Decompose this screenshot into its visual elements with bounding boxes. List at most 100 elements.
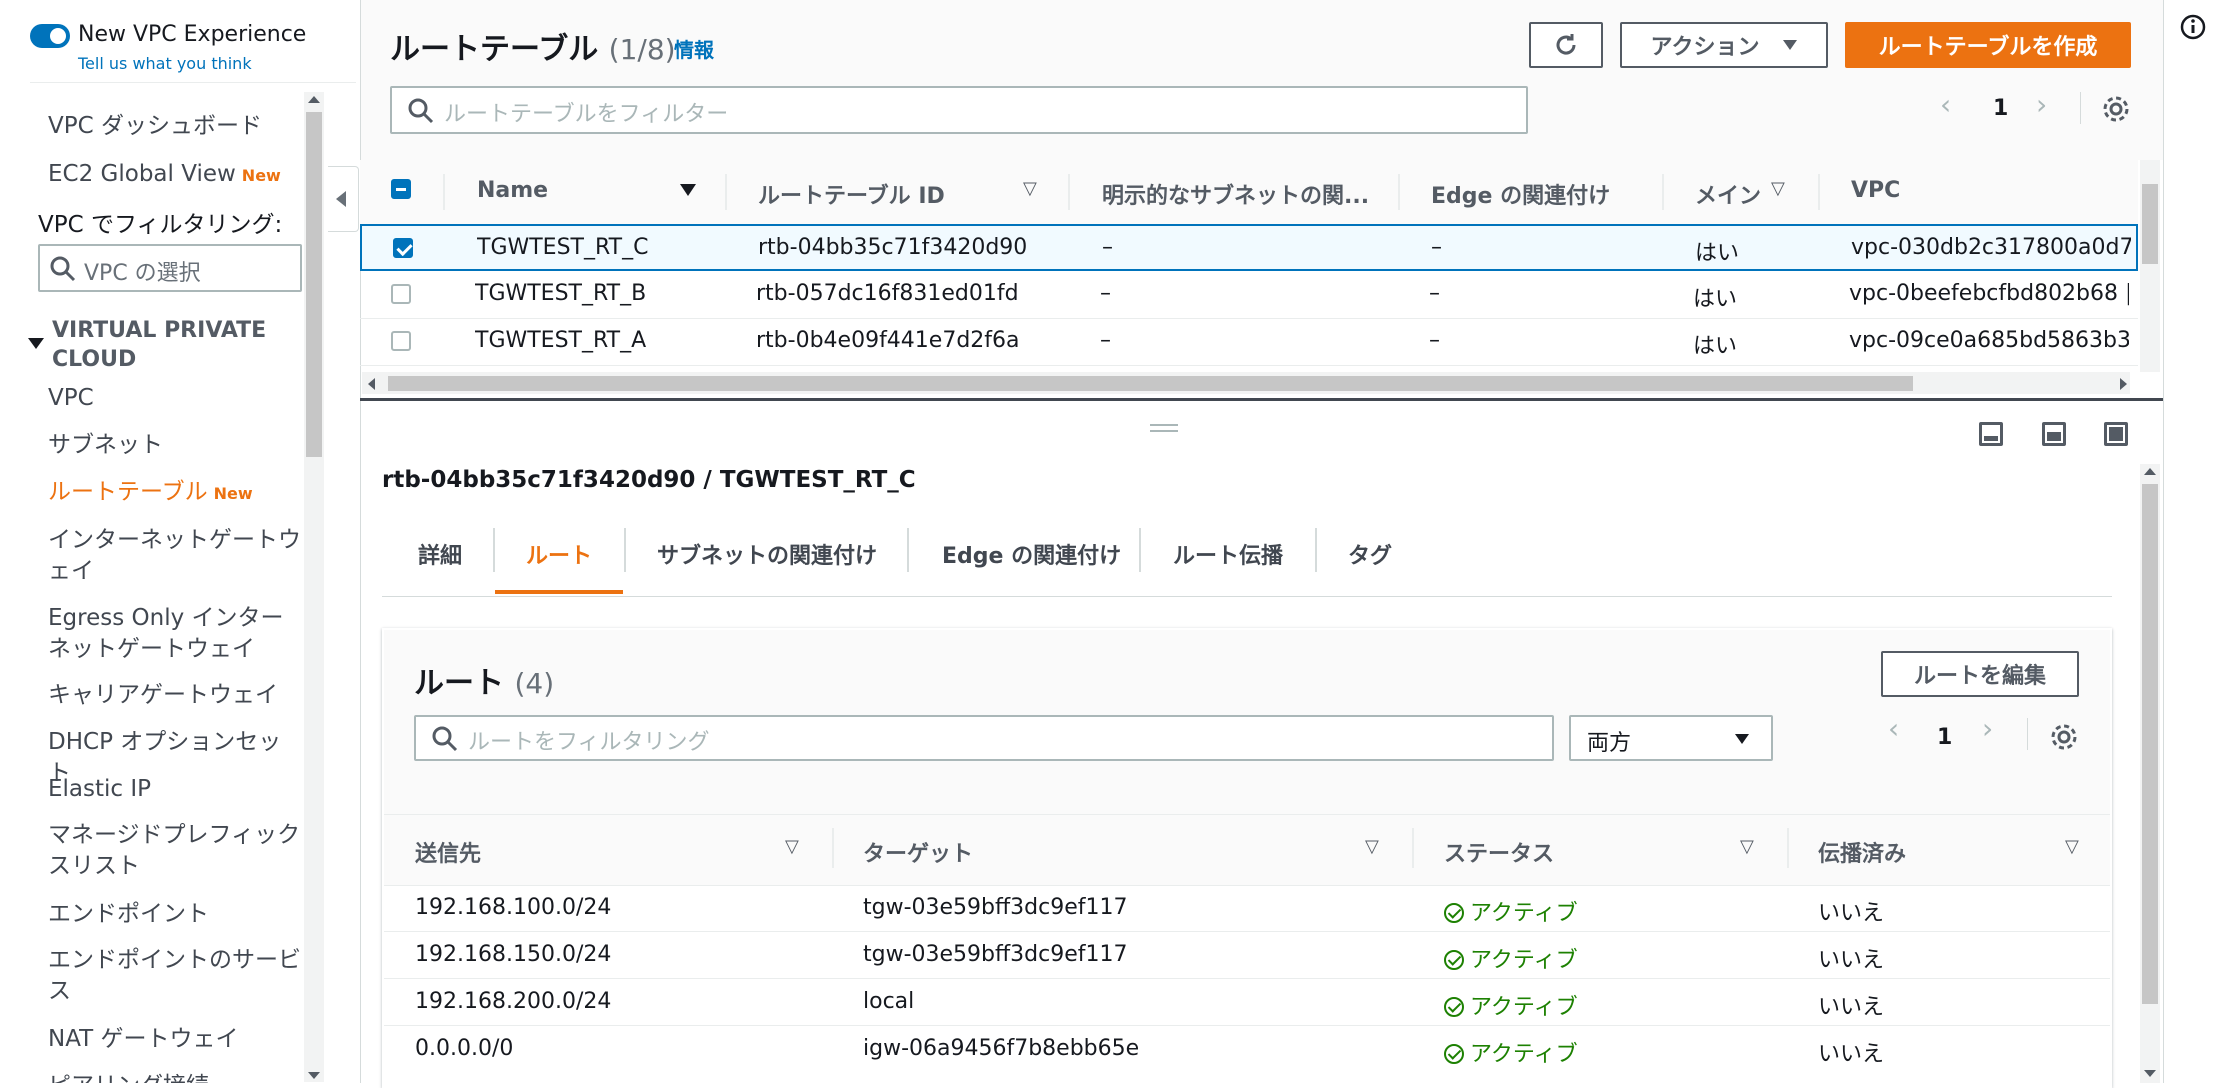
- column-header-route-table-id[interactable]: ルートテーブル ID: [758, 178, 945, 210]
- sidebar-item-endpoints[interactable]: エンドポイント: [48, 899, 303, 930]
- sidebar-item-managed-prefix-lists[interactable]: マネージドプレフィックスリスト: [48, 820, 303, 882]
- column-divider: [1068, 174, 1070, 210]
- actions-dropdown[interactable]: アクション: [1620, 22, 1828, 68]
- column-header-name[interactable]: Name: [477, 178, 548, 203]
- edit-routes-button[interactable]: ルートを編集: [1881, 651, 2079, 697]
- column-header-destination[interactable]: 送信先: [415, 836, 481, 868]
- sidebar-item-route-tables[interactable]: ルートテーブル New: [48, 477, 303, 509]
- column-header-target[interactable]: ターゲット: [863, 836, 973, 868]
- prev-page-icon[interactable]: ‹: [1940, 88, 1951, 121]
- feedback-link[interactable]: Tell us what you think: [78, 54, 252, 73]
- sidebar-item-carrier-gateways[interactable]: キャリアゲートウェイ: [48, 680, 303, 711]
- table-row[interactable]: TGWTEST_RT_A rtb-0b4e09f441e7d2f6a – – は…: [360, 319, 2138, 366]
- select-all-checkbox[interactable]: [391, 179, 411, 199]
- row-checkbox[interactable]: [393, 238, 413, 258]
- section-title[interactable]: VIRTUAL PRIVATE CLOUD: [52, 316, 292, 374]
- row-checkbox[interactable]: [391, 331, 411, 351]
- sort-desc-icon[interactable]: [680, 184, 696, 196]
- column-header-status[interactable]: ステータス: [1444, 836, 1554, 868]
- tab-tags[interactable]: タグ: [1348, 538, 1392, 570]
- prev-page-icon[interactable]: ‹: [1888, 712, 1899, 745]
- sort-icon[interactable]: ▽: [1365, 836, 1379, 857]
- vpc-link[interactable]: vpc-030db2c317800a0d7 | T: [1851, 235, 2131, 260]
- next-page-icon[interactable]: ›: [2036, 88, 2047, 121]
- tab-edge-associations[interactable]: Edge の関連付け: [942, 538, 1121, 570]
- sidebar-item-nat-gateways[interactable]: NAT ゲートウェイ: [48, 1024, 303, 1055]
- next-page-icon[interactable]: ›: [1982, 712, 1993, 745]
- sort-icon[interactable]: ▽: [1771, 178, 1785, 199]
- internet-gateway-link[interactable]: igw-06a9456f7b8ebb65e: [863, 1036, 1139, 1061]
- caret-down-icon[interactable]: [28, 338, 44, 349]
- sidebar-collapse-button[interactable]: [328, 166, 359, 232]
- active-tab-indicator: [495, 590, 623, 594]
- row-checkbox[interactable]: [391, 284, 411, 304]
- split-full-view-icon[interactable]: [2104, 422, 2128, 446]
- tab-subnet-associations[interactable]: サブネットの関連付け: [657, 538, 877, 570]
- sort-icon[interactable]: ▽: [785, 836, 799, 857]
- scroll-left-icon[interactable]: [368, 378, 375, 390]
- table-row: 0.0.0.0/0 igw-06a9456f7b8ebb65e アクティブ いい…: [415, 1036, 1885, 1067]
- table-row[interactable]: TGWTEST_RT_C rtb-04bb35c71f3420d90 – – は…: [360, 224, 2138, 271]
- info-icon[interactable]: [2180, 14, 2206, 40]
- routes-filter-input[interactable]: ルートをフィルタリング: [414, 715, 1554, 761]
- vpc-link[interactable]: vpc-09ce0a685bd5863b3 | T: [1849, 328, 2129, 353]
- column-header-vpc[interactable]: VPC: [1851, 178, 1900, 203]
- refresh-button[interactable]: [1529, 22, 1603, 68]
- create-route-table-button[interactable]: ルートテーブルを作成: [1845, 22, 2131, 68]
- sidebar-item-vpc-dashboard[interactable]: VPC ダッシュボード: [48, 111, 303, 142]
- split-bottom-view-icon[interactable]: [1979, 422, 2003, 446]
- sidebar-item-internet-gateways[interactable]: インターネットゲートウェイ: [48, 525, 303, 587]
- sidebar-item-ec2-global-view[interactable]: EC2 Global View New: [48, 159, 303, 191]
- vpc-select-input[interactable]: VPC の選択: [38, 244, 302, 292]
- route-table-id-link[interactable]: rtb-0b4e09f441e7d2f6a: [756, 328, 1020, 353]
- scroll-down-icon[interactable]: [308, 1072, 320, 1079]
- check-circle-icon: [1444, 950, 1464, 970]
- info-link[interactable]: 情報: [674, 34, 714, 63]
- table-row: 192.168.150.0/24 tgw-03e59bff3dc9ef117 ア…: [384, 932, 2110, 979]
- table-horizontal-scrollbar-thumb[interactable]: [388, 376, 1913, 391]
- sidebar-item-elastic-ip[interactable]: Elastic IP: [48, 774, 303, 805]
- route-table-id-link[interactable]: rtb-04bb35c71f3420d90: [758, 235, 1027, 260]
- sidebar-item-peering[interactable]: ピアリング接続: [48, 1071, 303, 1083]
- page-number[interactable]: 1: [1993, 96, 2008, 121]
- vpc-link[interactable]: vpc-0beefebcfbd802b68 | TG: [1849, 281, 2129, 306]
- sidebar-scrollbar-thumb[interactable]: [306, 112, 322, 457]
- scroll-right-icon[interactable]: [2120, 378, 2127, 390]
- split-half-view-icon[interactable]: [2042, 422, 2066, 446]
- routes-page-number[interactable]: 1: [1937, 725, 1952, 750]
- table-vertical-scrollbar-thumb[interactable]: [2142, 184, 2158, 264]
- tab-route-propagation[interactable]: ルート伝播: [1173, 538, 1283, 570]
- tab-routes[interactable]: ルート: [526, 538, 592, 570]
- settings-gear-icon[interactable]: [2101, 94, 2131, 124]
- scroll-up-icon[interactable]: [308, 96, 320, 103]
- status-badge: アクティブ: [1444, 989, 1578, 1021]
- status-badge: アクティブ: [1444, 895, 1578, 927]
- sort-icon[interactable]: ▽: [1023, 178, 1037, 199]
- routes-title: ルート (4): [414, 666, 555, 701]
- column-header-main[interactable]: メイン: [1695, 178, 1761, 210]
- route-table-id-link[interactable]: rtb-057dc16f831ed01fd: [756, 281, 1019, 306]
- sidebar-item-subnets[interactable]: サブネット: [48, 430, 303, 461]
- drag-handle-icon[interactable]: [1150, 424, 1178, 426]
- scroll-down-icon[interactable]: [2144, 1070, 2156, 1077]
- new-experience-toggle[interactable]: [30, 24, 70, 48]
- detail-vertical-scrollbar-thumb[interactable]: [2142, 484, 2158, 1004]
- tab-details[interactable]: 詳細: [418, 538, 462, 570]
- route-table-filter-input[interactable]: ルートテーブルをフィルター: [390, 86, 1528, 134]
- sidebar-item-egress-only-igw[interactable]: Egress Only インターネットゲートウェイ: [48, 603, 303, 665]
- route-type-select[interactable]: 両方: [1569, 715, 1773, 761]
- sort-icon[interactable]: ▽: [1740, 836, 1754, 857]
- column-header-edge[interactable]: Edge の関連付け: [1431, 178, 1610, 210]
- column-header-propagated[interactable]: 伝播済み: [1818, 836, 1906, 868]
- column-divider: [1398, 174, 1400, 210]
- column-header-explicit-subnet[interactable]: 明示的なサブネットの関...: [1102, 178, 1369, 210]
- settings-gear-icon[interactable]: [2049, 722, 2079, 752]
- sidebar-item-endpoint-services[interactable]: エンドポイントのサービス: [48, 945, 303, 1007]
- sort-icon[interactable]: ▽: [2065, 836, 2079, 857]
- table-row: 192.168.200.0/24 local アクティブ いいえ: [384, 979, 2110, 1026]
- table-row[interactable]: TGWTEST_RT_B rtb-057dc16f831ed01fd – – は…: [360, 272, 2138, 319]
- split-panel-divider[interactable]: [360, 398, 2165, 401]
- detail-title: rtb-04bb35c71f3420d90 / TGWTEST_RT_C: [382, 467, 916, 493]
- scroll-up-icon[interactable]: [2144, 468, 2156, 475]
- sidebar-item-vpc[interactable]: VPC: [48, 383, 303, 414]
